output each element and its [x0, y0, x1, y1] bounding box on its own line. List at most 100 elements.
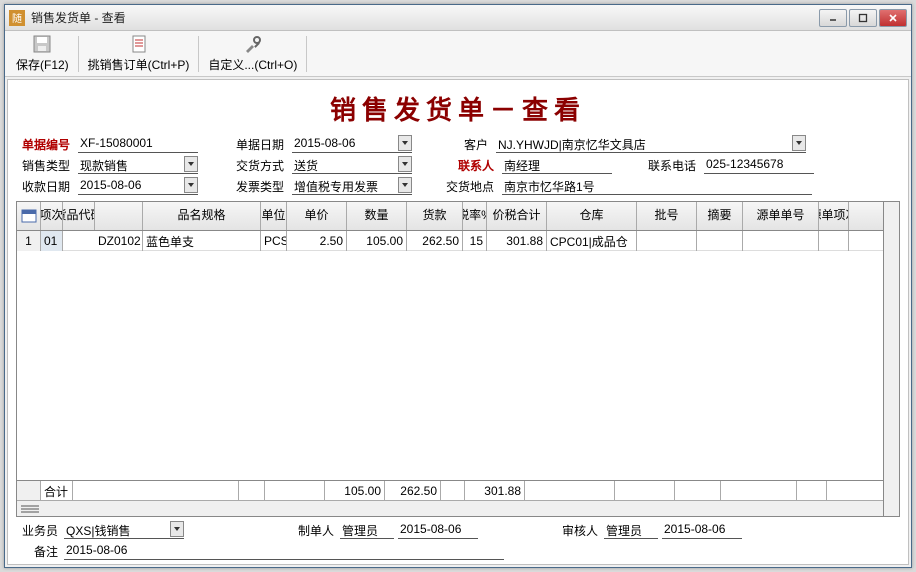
recv-date-field[interactable]: 2015-08-06: [78, 177, 198, 195]
toolbar: 保存(F12) 挑销售订单(Ctrl+P) 自定义...(Ctrl+O): [5, 31, 911, 77]
col-unit[interactable]: 单位: [261, 202, 287, 230]
cell-unit[interactable]: PCS: [261, 231, 287, 251]
cell-tax[interactable]: 15: [463, 231, 487, 251]
save-button[interactable]: 保存(F12): [9, 31, 76, 76]
maker-field: 管理员: [340, 521, 394, 539]
data-grid[interactable]: 项次 货品代码 品名规格 单位 单价 数量 货款 税率% 价税合计 仓库 批号 …: [16, 201, 884, 517]
cell-batch[interactable]: [637, 231, 697, 251]
header-form: 单据编号 XF-15080001 单据日期 2015-08-06 客户 NJ.Y…: [16, 135, 900, 195]
grid-hscrollbar[interactable]: [17, 500, 883, 516]
cell-memo[interactable]: [697, 231, 743, 251]
addr-field[interactable]: 南京市忆华路1号: [502, 177, 812, 195]
row-number[interactable]: 1: [17, 231, 41, 251]
cell-amt[interactable]: 262.50: [407, 231, 463, 251]
doc-date-label: 单据日期: [230, 136, 286, 153]
toolbar-separator: [78, 36, 79, 72]
phone-field[interactable]: 025-12345678: [704, 156, 814, 174]
chevron-down-icon[interactable]: [184, 156, 198, 172]
col-qty[interactable]: 数量: [347, 202, 407, 230]
total-label: 合计: [41, 481, 73, 501]
close-button[interactable]: [879, 9, 907, 27]
grid-totals: 合计 105.00 262.50 301.88: [17, 480, 883, 500]
saletype-label: 销售类型: [16, 157, 72, 174]
maker-label: 制单人: [292, 522, 336, 539]
maximize-button[interactable]: [849, 9, 877, 27]
cell-code[interactable]: DZ0102: [95, 231, 143, 251]
checker-date-field: 2015-08-06: [662, 521, 742, 539]
delivery-field[interactable]: 送货: [292, 156, 412, 174]
col-price[interactable]: 单价: [287, 202, 347, 230]
sales-field[interactable]: QXS|钱销售: [64, 521, 184, 539]
checker-label: 审核人: [556, 522, 600, 539]
cell-total[interactable]: 301.88: [487, 231, 547, 251]
pick-order-button[interactable]: 挑销售订单(Ctrl+P): [81, 31, 197, 76]
addr-label: 交货地点: [444, 178, 496, 195]
toolbar-separator: [306, 36, 307, 72]
table-row[interactable]: 1 01 DZ0102 蓝色单支 PCS 2.50 105.00 262.50 …: [17, 231, 883, 251]
footer-form: 业务员 QXS|钱销售 制单人 管理员 2015-08-06 审核人 管理员 2…: [16, 517, 900, 562]
chevron-down-icon[interactable]: [398, 177, 412, 193]
minimize-button[interactable]: [819, 9, 847, 27]
grid-corner[interactable]: [17, 202, 41, 230]
contact-field[interactable]: 南经理: [502, 156, 612, 174]
chevron-down-icon[interactable]: [170, 521, 184, 537]
cell-seq[interactable]: 01: [41, 231, 63, 251]
cell-srcno[interactable]: [743, 231, 819, 251]
contact-label: 联系人: [454, 157, 496, 174]
col-code2[interactable]: [95, 202, 143, 230]
cell-name[interactable]: 蓝色单支: [143, 231, 261, 251]
cell-price[interactable]: 2.50: [287, 231, 347, 251]
checker-field: 管理员: [604, 521, 658, 539]
app-window: 随 销售发货单 - 查看 保存(F12) 挑销售订单(Ctrl+P) 自定义..…: [4, 4, 912, 568]
sales-label: 业务员: [16, 522, 60, 539]
customer-field[interactable]: NJ.YHWJD|南京忆华文具店: [496, 135, 806, 153]
grid-body: 1 01 DZ0102 蓝色单支 PCS 2.50 105.00 262.50 …: [17, 231, 883, 480]
multiline-icon: [21, 504, 41, 514]
remark-label: 备注: [16, 543, 60, 560]
doc-date-field[interactable]: 2015-08-06: [292, 135, 412, 153]
invoice-label: 发票类型: [230, 178, 286, 195]
phone-label: 联系电话: [644, 157, 698, 174]
chevron-down-icon[interactable]: [792, 135, 806, 151]
col-seq[interactable]: 项次: [41, 202, 63, 230]
col-memo[interactable]: 摘要: [697, 202, 743, 230]
recv-date-label: 收款日期: [16, 178, 72, 195]
col-srcseq[interactable]: 源单项次: [819, 202, 849, 230]
delivery-label: 交货方式: [230, 157, 286, 174]
customize-button[interactable]: 自定义...(Ctrl+O): [201, 31, 304, 76]
document-icon: [129, 34, 149, 54]
titlebar: 随 销售发货单 - 查看: [5, 5, 911, 31]
grid-header: 项次 货品代码 品名规格 单位 单价 数量 货款 税率% 价税合计 仓库 批号 …: [17, 202, 883, 231]
col-total[interactable]: 价税合计: [487, 202, 547, 230]
app-icon: 随: [9, 10, 25, 26]
toolbar-separator: [198, 36, 199, 72]
chevron-down-icon[interactable]: [398, 156, 412, 172]
doc-no-field[interactable]: XF-15080001: [78, 135, 198, 153]
total-total: 301.88: [465, 481, 525, 501]
remark-field[interactable]: 2015-08-06: [64, 542, 504, 560]
cell-srcseq[interactable]: [819, 231, 849, 251]
col-name[interactable]: 品名规格: [143, 202, 261, 230]
chevron-down-icon[interactable]: [184, 177, 198, 193]
content-area: 销售发货单－查看 单据编号 XF-15080001 单据日期 2015-08-0…: [7, 79, 909, 565]
maker-date-field: 2015-08-06: [398, 521, 478, 539]
col-wh[interactable]: 仓库: [547, 202, 637, 230]
grid-vscrollbar[interactable]: [884, 201, 900, 517]
col-code[interactable]: 货品代码: [63, 202, 95, 230]
chevron-down-icon[interactable]: [398, 135, 412, 151]
save-icon: [32, 34, 52, 54]
col-amt[interactable]: 货款: [407, 202, 463, 230]
customer-label: 客户: [454, 136, 490, 153]
total-amt: 262.50: [385, 481, 441, 501]
tools-icon: [243, 34, 263, 54]
col-batch[interactable]: 批号: [637, 202, 697, 230]
invoice-field[interactable]: 增值税专用发票: [292, 177, 412, 195]
col-tax[interactable]: 税率%: [463, 202, 487, 230]
saletype-field[interactable]: 现款销售: [78, 156, 198, 174]
window-title: 销售发货单 - 查看: [31, 9, 819, 26]
cell-wh[interactable]: CPC01|成品仓: [547, 231, 637, 251]
doc-no-label: 单据编号: [16, 136, 72, 153]
cell-qty[interactable]: 105.00: [347, 231, 407, 251]
document-title: 销售发货单－查看: [16, 90, 900, 127]
col-srcno[interactable]: 源单单号: [743, 202, 819, 230]
